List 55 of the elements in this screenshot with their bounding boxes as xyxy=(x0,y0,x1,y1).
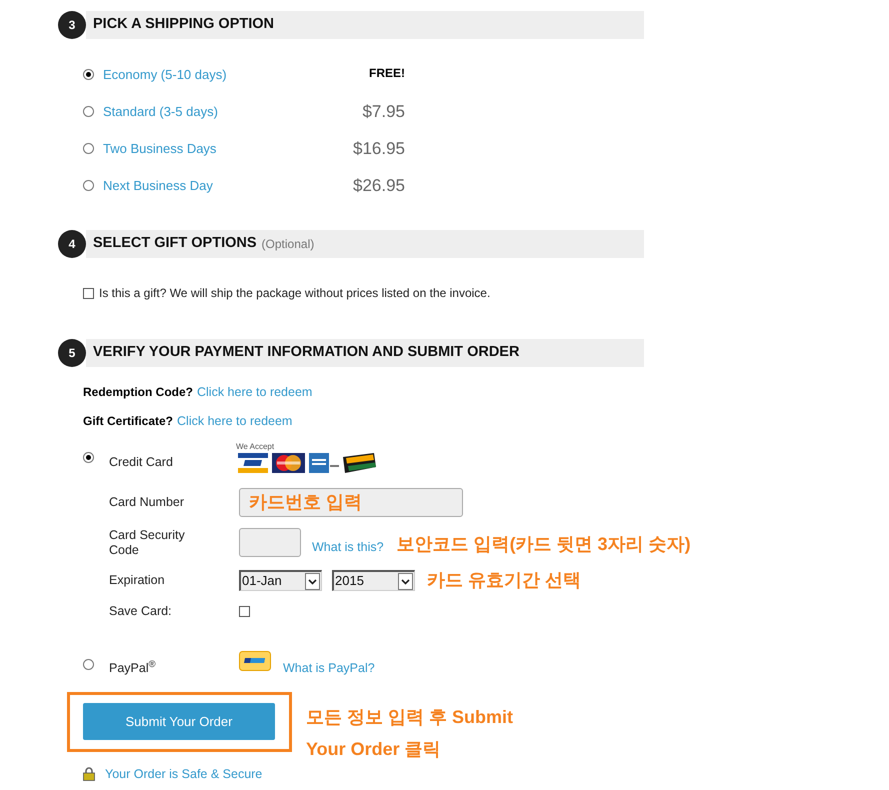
payment-card-icon xyxy=(238,453,268,473)
shipping-option-label[interactable]: Two Business Days xyxy=(103,138,216,158)
lock-icon xyxy=(83,767,95,781)
submit-order-button[interactable]: Submit Your Order xyxy=(83,703,275,740)
redeem-link[interactable]: Click here to redeem xyxy=(197,382,312,402)
section-title: SELECT GIFT OPTIONS xyxy=(93,234,257,254)
caret-icon xyxy=(398,572,413,590)
gift-option-label: Is this a gift? We will ship the package without prices listed on the invoice. xyxy=(99,285,490,302)
section-title: PICK A SHIPPING OPTION xyxy=(93,15,274,34)
field-label: Expiration xyxy=(109,572,165,590)
month-dropdown[interactable]: 01-Jan xyxy=(239,570,322,591)
help-link[interactable]: What is this? xyxy=(312,538,384,556)
radio-button[interactable] xyxy=(83,658,94,670)
code-label: Redemption Code? xyxy=(83,384,193,401)
shipping-option-label[interactable]: Standard (3-5 days) xyxy=(103,102,218,122)
shipping-price: $26.95 xyxy=(353,174,405,197)
payment-method-label: PayPal$^{®}$ xyxy=(109,659,156,677)
field-label: Card Number xyxy=(109,494,184,512)
payment-card-icon xyxy=(272,453,305,473)
field-label: Card Security Code xyxy=(109,528,186,558)
redeem-link[interactable]: Click here to redeem xyxy=(177,412,292,430)
optional-note: (Optional) xyxy=(262,236,314,253)
payment-card-icon xyxy=(309,453,339,473)
shipping-price: FREE! xyxy=(369,64,405,82)
shipping-price: $7.95 xyxy=(362,100,405,123)
payment-method-label: Credit Card xyxy=(109,454,173,472)
step-number: 3 xyxy=(58,11,86,39)
payment-card-icon xyxy=(343,453,376,473)
year-dropdown[interactable]: 2015 xyxy=(332,570,415,591)
annotation-text: 카드번호 입력 xyxy=(249,491,362,514)
secure-order-link[interactable]: Your Order is Safe & Secure xyxy=(105,764,262,784)
step-number: 5 xyxy=(58,339,86,367)
section-title: VERIFY YOUR PAYMENT INFORMATION AND SUBMIT ORDER xyxy=(93,343,520,362)
annotation-text: 카드 유효기간 선택 xyxy=(427,569,582,592)
shipping-price: $16.95 xyxy=(353,138,405,160)
annotation-text: 보안코드 입력(카드 뒷면 3자리 숫자) xyxy=(396,533,691,556)
field-label: Save Card: xyxy=(109,602,172,620)
card-number-field[interactable]: 카드번호 입력 xyxy=(239,488,463,517)
code-label: Gift Certificate? xyxy=(83,413,174,430)
caret-icon xyxy=(305,572,320,590)
help-link[interactable]: What is PayPal? xyxy=(283,659,375,678)
accept-label: We Accept xyxy=(236,442,274,452)
checkbox[interactable] xyxy=(239,606,250,616)
radio-button[interactable] xyxy=(83,143,94,154)
annotation-text: 모든 정보 입력 후 Submit Your Order 클릭 xyxy=(306,706,513,761)
radio-button[interactable] xyxy=(83,452,94,463)
radio-button[interactable] xyxy=(83,180,94,191)
radio-button[interactable] xyxy=(83,69,94,80)
checkbox[interactable] xyxy=(83,288,94,298)
radio-button[interactable] xyxy=(83,106,94,117)
step-number: 4 xyxy=(58,230,86,258)
payment-logo-icon xyxy=(239,651,271,671)
security-code-field[interactable] xyxy=(239,528,301,557)
shipping-option-label[interactable]: Next Business Day xyxy=(103,176,213,196)
shipping-option-label[interactable]: Economy (5-10 days) xyxy=(103,64,227,84)
